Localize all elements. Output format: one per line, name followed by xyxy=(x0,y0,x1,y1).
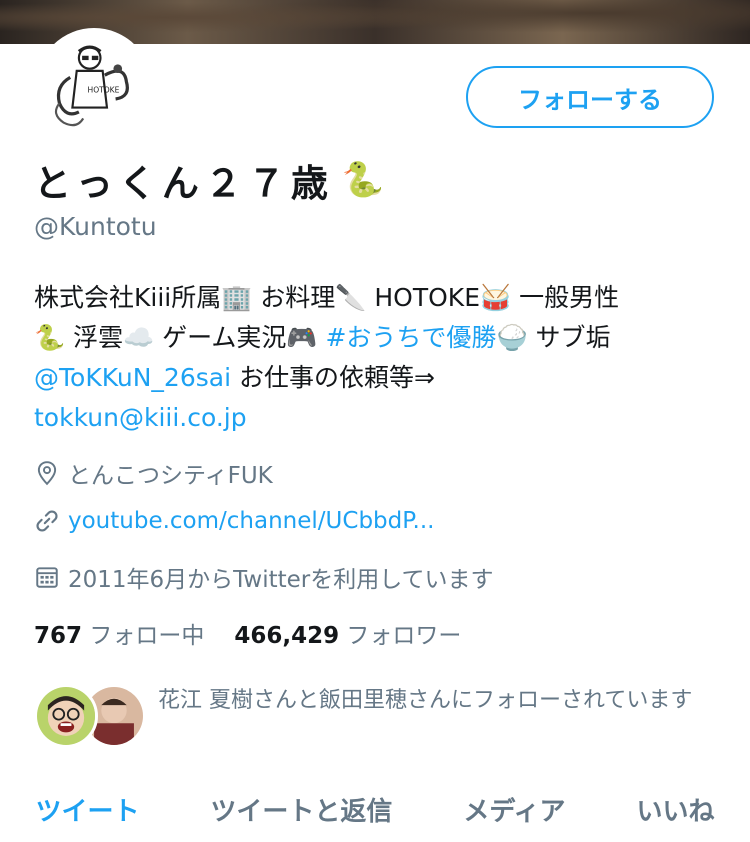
display-name: とっくん２７歳 xyxy=(34,162,334,205)
calendar-icon xyxy=(36,567,58,588)
svg-text:HOTOKE: HOTOKE xyxy=(88,85,120,94)
link-icon xyxy=(36,510,58,532)
profile-bio: 株式会社Kiii所属🏢 お料理🔪 HOTOKE🥁 一般男性 🐍 浮雲☁️ ゲーム… xyxy=(34,278,724,438)
name-emoji: 🐍 xyxy=(341,160,385,200)
bio-line: 株式会社Kiii所属🏢 お料理🔪 HOTOKE🥁 一般男性 xyxy=(34,283,620,312)
bio-text: 🍚 サブ垢 xyxy=(496,323,611,352)
user-handle: @Kuntotu xyxy=(34,212,157,241)
mention-link[interactable]: @ToKKuN_26sai xyxy=(34,363,231,392)
tab-likes[interactable]: いいね xyxy=(631,783,721,836)
tab-tweets[interactable]: ツイート xyxy=(29,783,145,836)
following-label: フォロー中 xyxy=(89,623,205,649)
tab-media[interactable]: メディア xyxy=(457,783,571,836)
tab-tweets-and-replies[interactable]: ツイートと返信 xyxy=(204,783,398,836)
joined-text: 2011年6月からTwitterを利用しています xyxy=(68,567,494,593)
bio-line: @ToKKuN_26sai お仕事の依頼等⇒ xyxy=(34,358,724,398)
followers-count: 466,429 xyxy=(234,623,340,649)
bio-line: 🐍 浮雲☁️ ゲーム実況🎮 #おうちで優勝🍚 サブ垢 xyxy=(34,318,724,358)
avatar-illustration: HOTOKE xyxy=(40,32,148,140)
name-row: とっくん２７歳 🐍 xyxy=(34,154,384,206)
hashtag-link[interactable]: #おうちで優勝 xyxy=(325,323,496,352)
profile-avatar[interactable]: HOTOKE xyxy=(36,28,152,144)
following-count: 767 xyxy=(34,623,83,649)
follower-avatar[interactable] xyxy=(34,684,98,748)
location-text: とんこつシティFUK xyxy=(68,463,273,489)
location-pin-icon xyxy=(37,461,57,486)
email-link[interactable]: tokkun@kiii.co.jp xyxy=(34,403,247,432)
follower-avatar-image xyxy=(37,687,95,745)
follow-counts: 767 フォロー中 466,429 フォロワー xyxy=(34,616,461,650)
joined-row: 2011年6月からTwitterを利用しています xyxy=(34,560,494,594)
follow-button[interactable]: フォローする xyxy=(466,66,714,128)
followed-by-text: 花江 夏樹さんと飯田里穂さんにフォローされています xyxy=(158,688,693,713)
followers-label: フォロワー xyxy=(346,623,462,649)
following-stat[interactable]: 767 フォロー中 xyxy=(34,616,204,650)
location-row: とんこつシティFUK xyxy=(34,456,273,490)
followers-stat[interactable]: 466,429 フォロワー xyxy=(234,616,461,650)
bio-text: 🐍 浮雲☁️ ゲーム実況🎮 xyxy=(34,323,326,352)
website-link[interactable]: youtube.com/channel/UCbbdP... xyxy=(68,508,434,534)
profile-tabs: ツイート ツイートと返信 メディア いいね xyxy=(0,776,750,842)
website-row: youtube.com/channel/UCbbdP... xyxy=(34,508,434,534)
bio-line: tokkun@kiii.co.jp xyxy=(34,398,724,438)
bio-text: お仕事の依頼等⇒ xyxy=(231,363,435,392)
followed-by-section[interactable]: 花江 夏樹さんと飯田里穂さんにフォローされています xyxy=(34,682,734,752)
